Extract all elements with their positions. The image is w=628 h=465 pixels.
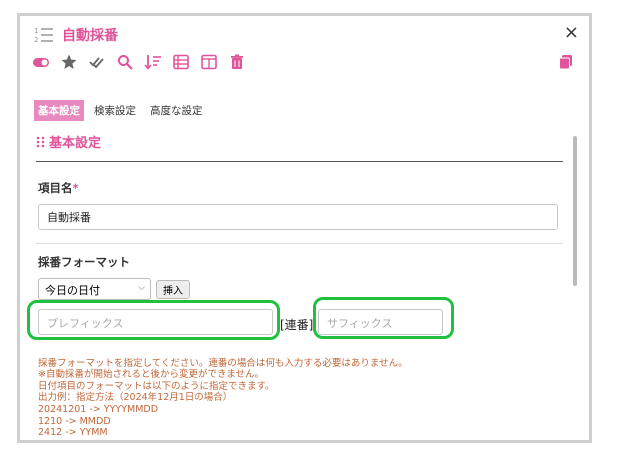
section-divider	[36, 161, 563, 162]
insert-button[interactable]: 挿入	[156, 280, 190, 299]
sort-icon[interactable]	[144, 53, 162, 71]
svg-text:1: 1	[34, 27, 38, 35]
date-format-select[interactable]: 今日の日付 ⌵	[38, 278, 151, 300]
svg-text:2: 2	[34, 36, 38, 44]
tab-basic-settings[interactable]: 基本設定	[34, 100, 84, 121]
columns-icon[interactable]	[200, 53, 218, 71]
suffix-highlight	[313, 297, 454, 339]
copy-icon[interactable]	[557, 53, 575, 71]
sequence-placeholder: [連番]	[280, 318, 314, 332]
scrollbar[interactable]	[573, 136, 577, 286]
format-help-text: 採番フォーマットを指定してください。連番の場合は何も入力する必要はありません。 …	[38, 357, 408, 439]
basic-settings-section: 基本設定	[36, 132, 566, 162]
numbered-list-icon: 1 2	[34, 27, 53, 44]
divider	[36, 243, 563, 244]
chevron-down-icon: ⌵	[138, 283, 145, 293]
trash-icon[interactable]	[228, 53, 246, 71]
format-label: 採番フォーマット	[38, 255, 130, 269]
section-title: 基本設定	[49, 136, 102, 151]
double-check-icon[interactable]	[88, 53, 106, 71]
dialog-title: 自動採番	[62, 28, 118, 44]
tab-advanced-settings[interactable]: 高度な設定	[146, 100, 207, 121]
star-icon[interactable]	[60, 53, 78, 71]
auto-numbering-dialog: 1 2 自動採番 × 基本設定 検索設定 高度な設定 基本設定 項目名* 自動採…	[17, 13, 592, 443]
required-mark: *	[72, 181, 79, 195]
drag-handle-icon	[36, 136, 45, 147]
close-button[interactable]: ×	[564, 22, 579, 43]
tab-bar: 基本設定 検索設定 高度な設定	[34, 100, 207, 121]
toolbar	[32, 52, 246, 72]
tab-search-settings[interactable]: 検索設定	[90, 100, 140, 121]
search-icon[interactable]	[116, 53, 134, 71]
prefix-highlight	[27, 300, 280, 340]
field-name-label: 項目名*	[38, 181, 79, 195]
toggle-icon[interactable]	[32, 53, 50, 71]
list-icon[interactable]	[172, 53, 190, 71]
field-name-input[interactable]	[38, 204, 558, 230]
